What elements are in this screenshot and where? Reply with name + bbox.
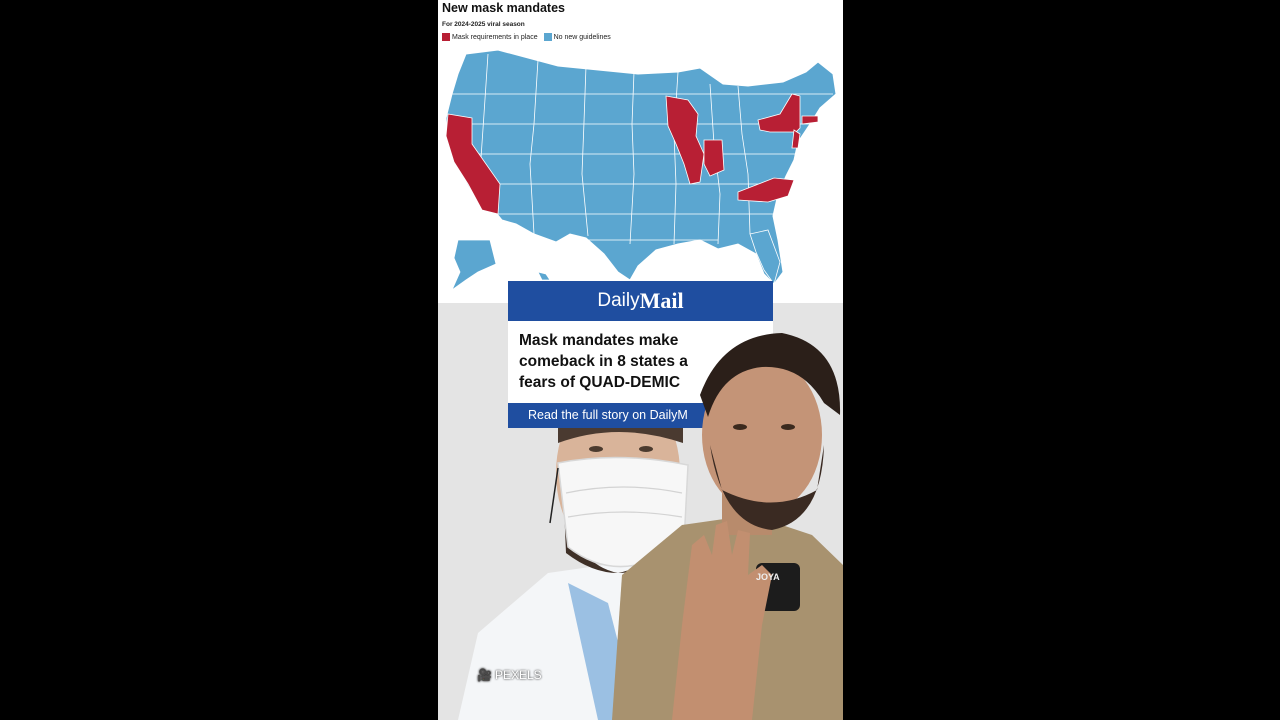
state-indiana — [703, 139, 725, 177]
pexels-watermark: 🎥 PEXELS — [477, 668, 542, 682]
legend-label-mask: Mask requirements in place — [452, 33, 538, 41]
map-title: New mask mandates — [442, 1, 565, 15]
map-graphic: New mask mandates For 2024-2025 viral se… — [438, 0, 843, 303]
map-legend: Mask requirements in place No new guidel… — [442, 33, 611, 41]
us-map — [445, 49, 837, 292]
state-alaska — [451, 239, 497, 292]
state-massachusetts — [801, 115, 819, 125]
presenter-image — [612, 333, 843, 720]
legend-item-none: No new guidelines — [543, 33, 611, 41]
watermark-label: PEXELS — [494, 668, 542, 682]
state-hawaii — [537, 271, 551, 281]
legend-label-none: No new guidelines — [553, 33, 611, 41]
news-brand-header: Daily Mail — [508, 281, 773, 321]
map-subtitle: For 2024-2025 viral season — [442, 21, 525, 28]
legend-swatch-red — [442, 33, 450, 41]
presenter-overlay — [612, 325, 843, 720]
legend-swatch-blue — [543, 33, 552, 41]
brand-name-bold: Mail — [639, 288, 684, 313]
us-mainland — [445, 49, 837, 285]
camera-icon: 🎥 — [477, 668, 492, 682]
legend-item-mask: Mask requirements in place — [442, 33, 538, 41]
mic-label: JOYA — [756, 572, 780, 582]
brand-name-light: Daily — [597, 290, 640, 311]
